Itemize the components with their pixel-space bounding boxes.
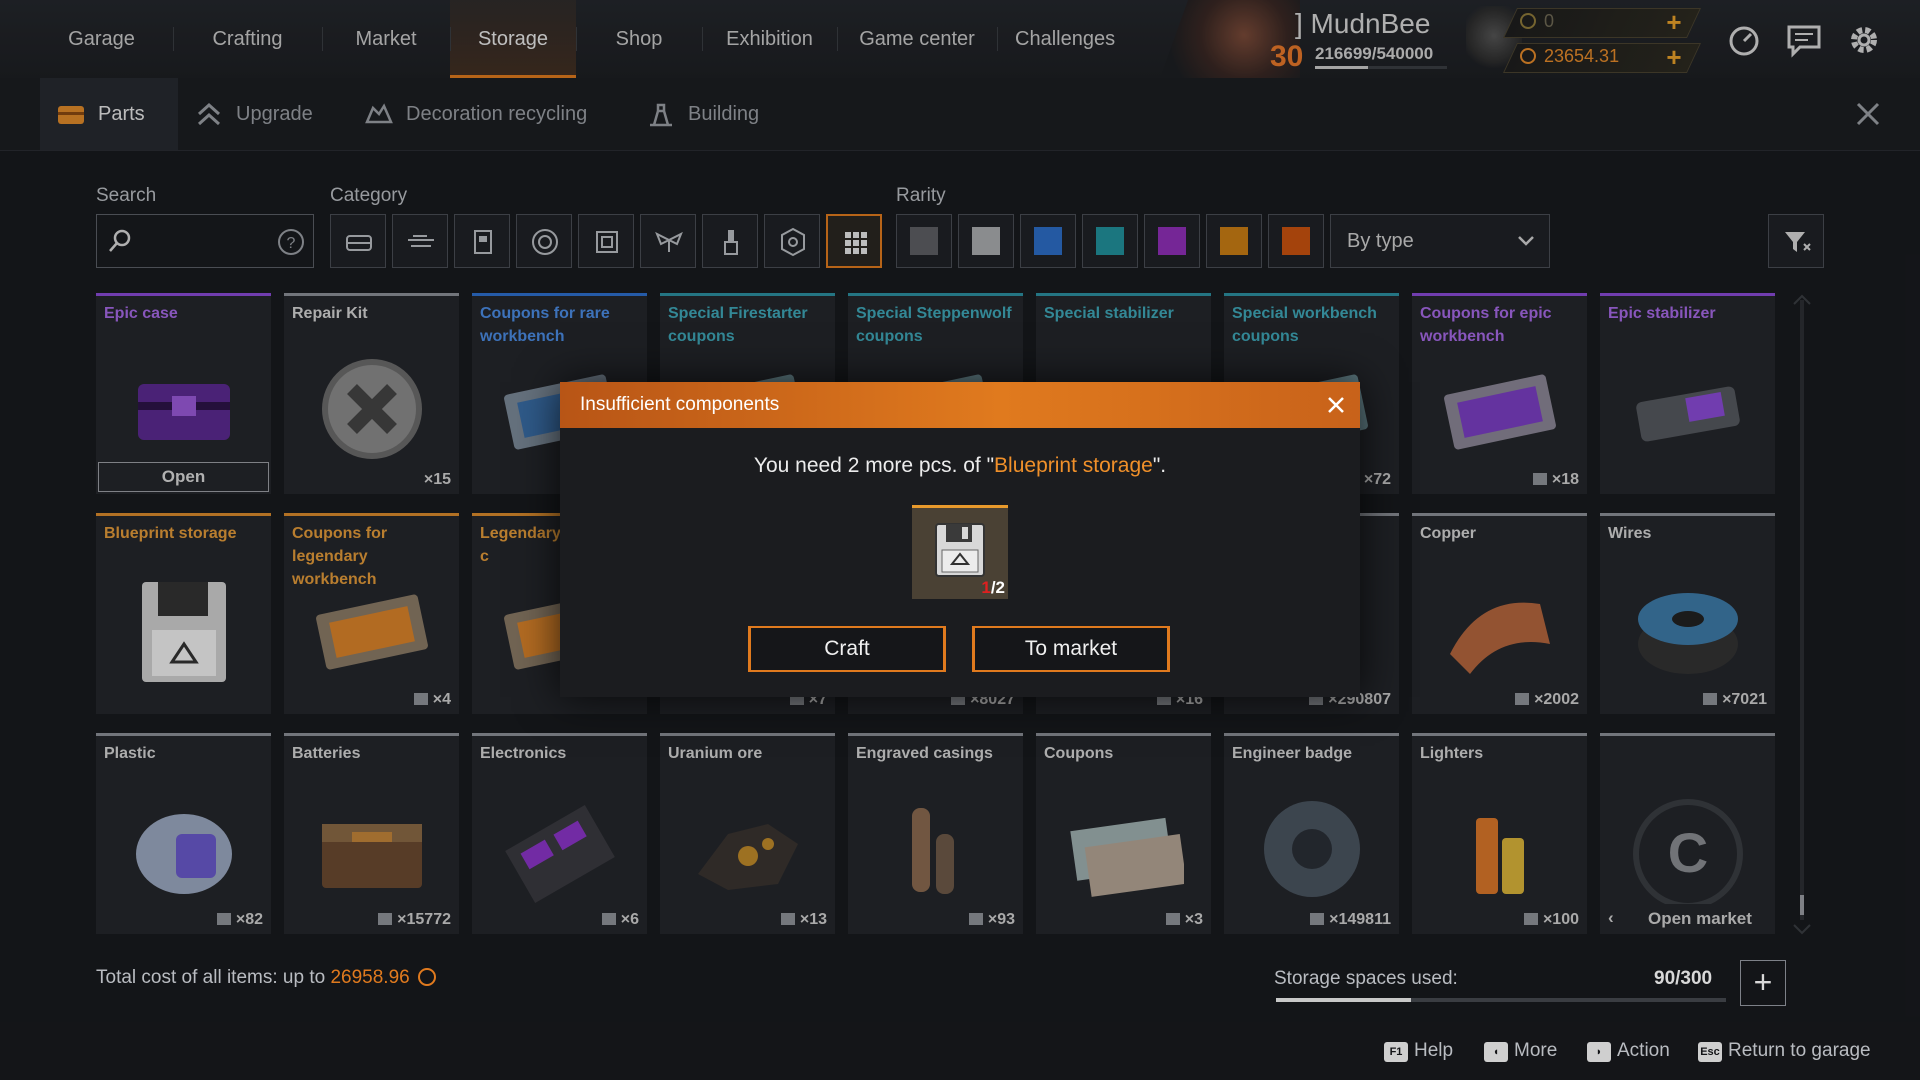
storage-bar-fill (1276, 998, 1411, 1002)
storage-label: Storage spaces used: (1274, 968, 1458, 989)
storage-value: 90/300 (1654, 968, 1713, 989)
required-item-have: 1 (981, 578, 991, 597)
storage-bar (1276, 998, 1726, 1002)
hint-return-label: Return to garage (1728, 1040, 1871, 1061)
total-cost: Total cost of all items: up to 26958.96 (96, 967, 436, 989)
coin-icon (417, 968, 436, 986)
esc-key-icon: Esc (1698, 1042, 1722, 1062)
dialog-message-prefix: You need 2 more pcs. of " (753, 454, 995, 477)
mouse-left-icon: ◖ (1484, 1042, 1508, 1062)
dialog-title: Insufficient components (580, 394, 780, 415)
hint-more-label: More (1514, 1040, 1558, 1061)
dialog-message-suffix: ". (1152, 454, 1167, 477)
dialog-message-item: Blueprint storage (994, 454, 1153, 477)
to-market-button[interactable]: To market (972, 626, 1170, 672)
hint-help[interactable]: F1 Help (1384, 1040, 1453, 1062)
required-item-need: /2 (990, 578, 1005, 597)
f1-key-icon: F1 (1384, 1042, 1408, 1062)
dialog-header: Insufficient components (560, 382, 1360, 428)
expand-storage-button[interactable]: + (1740, 960, 1786, 1006)
required-item-count: 1/2 (981, 578, 1005, 598)
total-cost-value: 26958.96 (330, 967, 410, 988)
insufficient-components-dialog: Insufficient components You need 2 more … (560, 382, 1360, 697)
mouse-right-icon: ◗ (1587, 1042, 1611, 1062)
floppy-disk-icon (935, 523, 985, 577)
dialog-message: You need 2 more pcs. of "Blueprint stora… (560, 454, 1360, 478)
hint-help-label: Help (1414, 1040, 1454, 1061)
close-icon[interactable] (1326, 395, 1346, 415)
hint-more[interactable]: ◖ More (1484, 1040, 1557, 1062)
hint-action-label: Action (1617, 1040, 1670, 1061)
required-item-slot[interactable]: 1/2 (912, 505, 1008, 599)
hint-return[interactable]: Esc Return to garage (1698, 1040, 1871, 1062)
total-cost-label: Total cost of all items: up to (96, 967, 331, 988)
hint-action[interactable]: ◗ Action (1587, 1040, 1670, 1062)
craft-button[interactable]: Craft (748, 626, 946, 672)
